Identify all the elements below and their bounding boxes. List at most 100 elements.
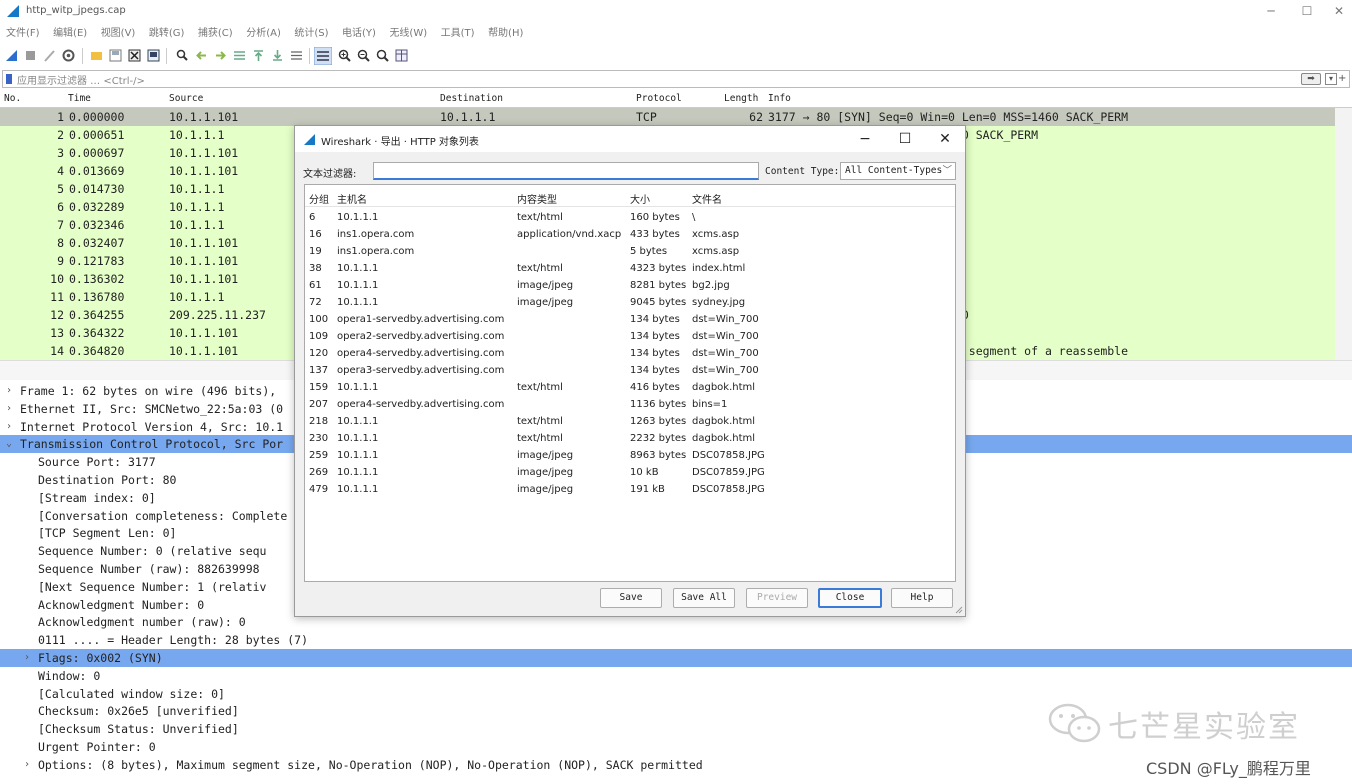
display-filter-input[interactable]: 应用显示过滤器 … <Ctrl-/>	[17, 72, 145, 87]
column-time[interactable]: Time	[68, 93, 91, 104]
http-object-row[interactable]: 109 opera2-servedby.advertising.com 134 by…	[305, 328, 955, 345]
column-hostname[interactable]: 主机名	[337, 191, 367, 206]
resize-grip-icon[interactable]	[955, 606, 963, 614]
add-filter-button-icon[interactable]: +	[1338, 73, 1348, 85]
collapsed-chevron-icon[interactable]: ›	[6, 418, 12, 436]
zoom-out-icon[interactable]	[357, 49, 370, 62]
stop-capture-icon[interactable]	[24, 49, 37, 62]
autoscroll-icon[interactable]	[290, 49, 303, 62]
packet-cell-time: 0.032289	[69, 200, 125, 214]
http-object-row[interactable]: 479 10.1.1.1 image/jpeg 191 kB DSC07858.JPG	[305, 481, 955, 498]
apply-filter-arrow-icon[interactable]: ➡	[1301, 73, 1321, 85]
detail-tree-item[interactable]: Window: 0	[0, 667, 1352, 685]
maximize-button[interactable]: ☐	[1298, 3, 1316, 19]
column-destination[interactable]: Destination	[440, 93, 503, 104]
detail-tree-item[interactable]: [Calculated window size: 0]	[0, 685, 1352, 703]
minimize-button[interactable]: ─	[1262, 3, 1280, 19]
expanded-chevron-icon[interactable]: ⌄	[6, 435, 12, 453]
http-object-row[interactable]: 269 10.1.1.1 image/jpeg 10 kB DSC07859.JPG	[305, 464, 955, 481]
column-packet[interactable]: 分组	[309, 191, 329, 206]
menu-capture[interactable]: 捕获(C)	[198, 24, 233, 44]
first-packet-icon[interactable]	[252, 49, 265, 62]
close-file-icon[interactable]	[128, 49, 141, 62]
http-object-cell-pkt: 120	[309, 348, 329, 359]
collapsed-chevron-icon[interactable]: ›	[24, 756, 30, 774]
menu-statistics[interactable]: 统计(S)	[294, 24, 328, 44]
filter-history-dropdown-icon[interactable]: ▾	[1325, 73, 1337, 85]
detail-tree-item[interactable]: 0111 .... = Header Length: 28 bytes (7)	[0, 631, 1352, 649]
http-object-row[interactable]: 230 10.1.1.1 text/html 2232 bytes dagbok.htm…	[305, 430, 955, 447]
display-filter-bar[interactable]: 应用显示过滤器 … <Ctrl-/> ➡ ▾ +	[2, 70, 1350, 88]
http-object-row[interactable]: 137 opera3-servedby.advertising.com 134 by…	[305, 362, 955, 379]
collapsed-chevron-icon[interactable]: ›	[24, 649, 30, 667]
http-object-row[interactable]: 72 10.1.1.1 image/jpeg 9045 bytes sydney.jpg	[305, 294, 955, 311]
menu-view[interactable]: 视图(V)	[101, 24, 136, 44]
column-info[interactable]: Info	[768, 93, 791, 104]
content-type-select[interactable]: All Content-Types ﹀	[840, 162, 956, 180]
http-object-row[interactable]: 120 opera4-servedby.advertising.com 134 by…	[305, 345, 955, 362]
close-dialog-button[interactable]: Close	[818, 588, 882, 608]
restart-capture-icon[interactable]	[43, 49, 56, 62]
http-object-row[interactable]: 19 ins1.opera.com 5 bytes xcms.asp	[305, 243, 955, 260]
dialog-minimize-button[interactable]: −	[855, 130, 875, 148]
column-protocol[interactable]: Protocol	[636, 93, 682, 104]
capture-options-icon[interactable]	[62, 49, 75, 62]
normal-size-icon[interactable]	[376, 49, 389, 62]
save-all-button[interactable]: Save All	[673, 588, 735, 608]
packet-list-scrollbar[interactable]	[1335, 108, 1352, 360]
menu-go[interactable]: 跳转(G)	[149, 24, 185, 44]
http-object-cell-host: opera4-servedby.advertising.com	[337, 348, 505, 359]
last-packet-icon[interactable]	[271, 49, 284, 62]
preview-button[interactable]: Preview	[746, 588, 808, 608]
column-no[interactable]: No.	[4, 93, 21, 104]
open-file-icon[interactable]	[90, 49, 103, 62]
start-capture-icon[interactable]	[5, 49, 18, 62]
collapsed-chevron-icon[interactable]: ›	[6, 400, 12, 418]
http-object-row[interactable]: 38 10.1.1.1 text/html 4323 bytes index.html	[305, 260, 955, 277]
reload-file-icon[interactable]	[147, 49, 160, 62]
http-object-cell-file: dagbok.html	[692, 382, 756, 393]
column-content-type[interactable]: 内容类型	[517, 191, 557, 206]
help-button[interactable]: Help	[891, 588, 953, 608]
resize-columns-icon[interactable]	[395, 49, 408, 62]
filter-bookmark-icon[interactable]	[6, 74, 12, 84]
menu-analyze[interactable]: 分析(A)	[246, 24, 281, 44]
find-packet-icon[interactable]	[176, 49, 189, 62]
go-back-icon[interactable]	[195, 49, 208, 62]
close-button[interactable]: ✕	[1330, 3, 1348, 19]
http-object-row[interactable]: 207 opera4-servedby.advertising.com 1136 b…	[305, 396, 955, 413]
dialog-close-button[interactable]: ✕	[935, 130, 955, 148]
http-object-row[interactable]: 6 10.1.1.1 text/html 160 bytes \	[305, 209, 955, 226]
menu-edit[interactable]: 编辑(E)	[53, 24, 87, 44]
menu-tools[interactable]: 工具(T)	[441, 24, 475, 44]
http-object-row[interactable]: 159 10.1.1.1 text/html 416 bytes dagbok.html	[305, 379, 955, 396]
menu-wireless[interactable]: 无线(W)	[389, 24, 427, 44]
detail-text: Transmission Control Protocol, Src Por	[20, 437, 284, 452]
dialog-maximize-button[interactable]: ☐	[895, 130, 915, 148]
http-object-cell-pkt: 19	[309, 246, 322, 257]
packet-row[interactable]: 1 0.000000 10.1.1.101 10.1.1.1 TCP 62 3177 → 8…	[0, 108, 1352, 126]
http-object-row[interactable]: 259 10.1.1.1 image/jpeg 8963 bytes DSC07858.…	[305, 447, 955, 464]
text-filter-input[interactable]	[373, 162, 759, 180]
column-source[interactable]: Source	[169, 93, 203, 104]
zoom-in-icon[interactable]	[338, 49, 351, 62]
detail-text: [Next Sequence Number: 1 (relativ	[38, 579, 267, 594]
go-forward-icon[interactable]	[214, 49, 227, 62]
detail-tree-item[interactable]: › Flags: 0x002 (SYN)	[0, 649, 1352, 667]
menu-file[interactable]: 文件(F)	[6, 24, 40, 44]
http-object-row[interactable]: 61 10.1.1.1 image/jpeg 8281 bytes bg2.jpg	[305, 277, 955, 294]
column-filename[interactable]: 文件名	[692, 191, 722, 206]
go-to-packet-icon[interactable]	[233, 49, 246, 62]
collapsed-chevron-icon[interactable]: ›	[6, 382, 12, 400]
column-length[interactable]: Length	[724, 93, 758, 104]
http-object-row[interactable]: 100 opera1-servedby.advertising.com 134 by…	[305, 311, 955, 328]
menu-telephony[interactable]: 电话(Y)	[342, 24, 376, 44]
menu-help[interactable]: 帮助(H)	[488, 24, 523, 44]
colorize-icon[interactable]	[314, 47, 332, 65]
column-size[interactable]: 大小	[630, 191, 650, 206]
http-object-row[interactable]: 218 10.1.1.1 text/html 1263 bytes dagbok.htm…	[305, 413, 955, 430]
save-file-icon[interactable]	[109, 49, 122, 62]
http-object-row[interactable]: 16 ins1.opera.com application/vnd.xacp 433 …	[305, 226, 955, 243]
content-type-value: All Content-Types	[845, 165, 943, 176]
save-button[interactable]: Save	[600, 588, 662, 608]
